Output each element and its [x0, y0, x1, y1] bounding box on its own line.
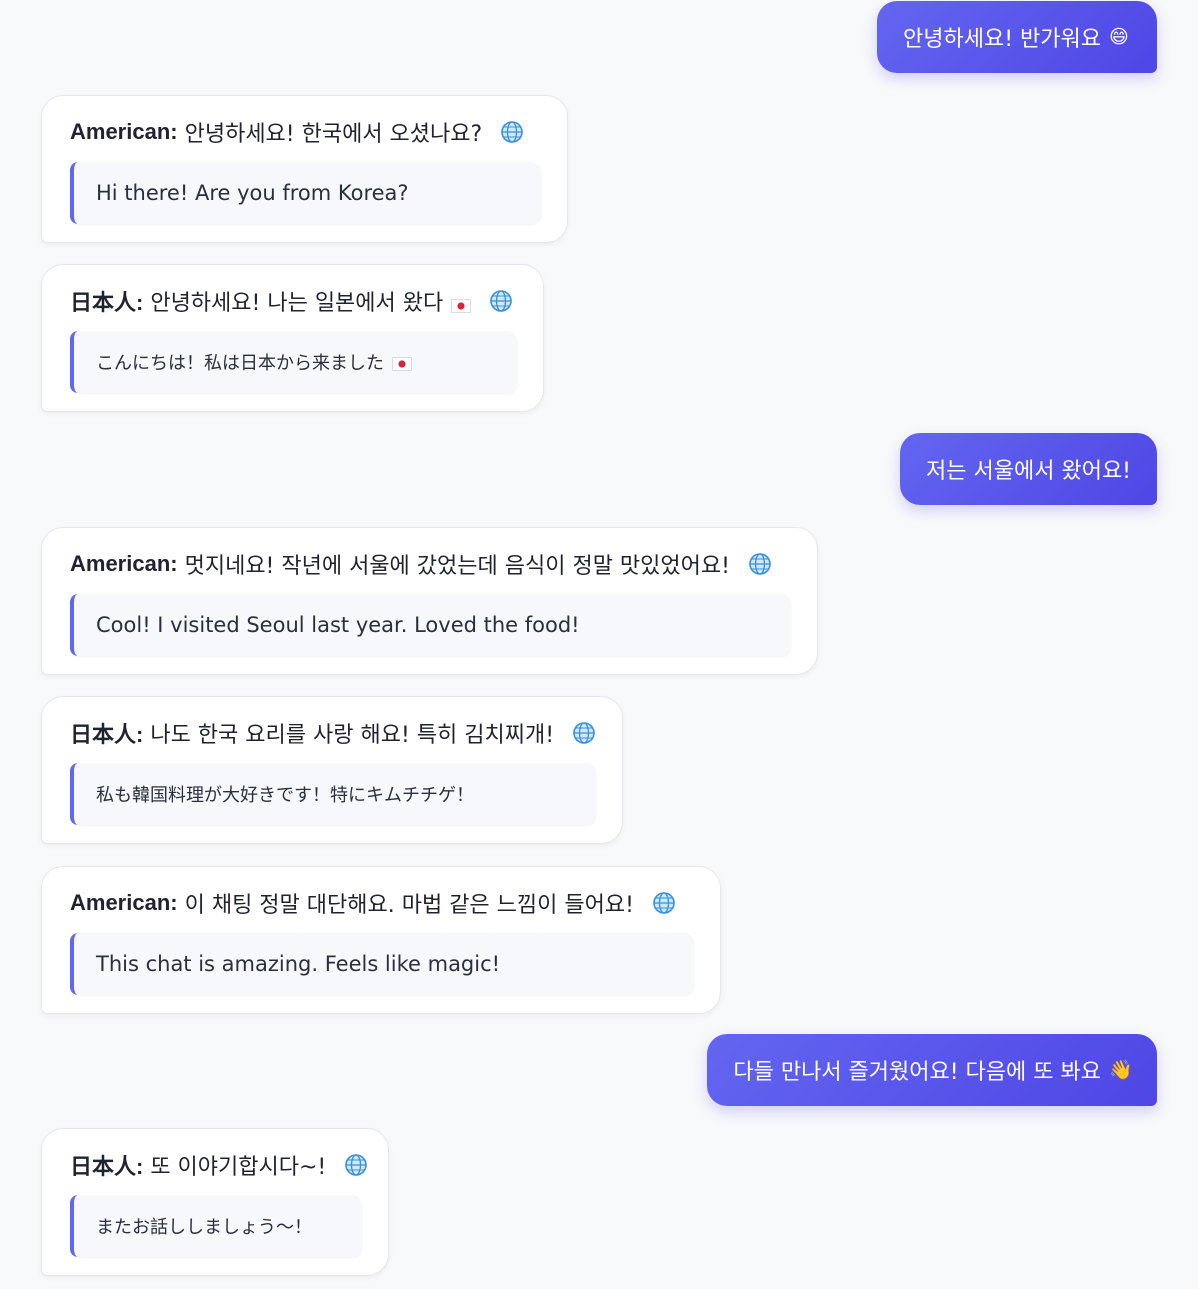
outgoing-message-bubble: 다들 만나서 즐거웠어요! 다음에 또 봐요 👋: [707, 1034, 1157, 1106]
translation-box: こんにちは！私は日本から来ました: [70, 331, 517, 393]
waving-hand-icon: 👋: [1109, 1059, 1133, 1081]
japan-flag-icon: [392, 355, 412, 371]
globe-icon[interactable]: [572, 721, 596, 745]
original-text: 또 이야기합시다~!: [150, 1155, 327, 1180]
original-text: 안녕하세요! 한국에서 오셨나요?: [184, 122, 483, 147]
original-text: 멋지네요! 작년에 서울에 갔었는데 음식이 정말 맛있었어요!: [184, 554, 730, 579]
translation-box: またお話ししましょう～！: [70, 1195, 362, 1257]
original-message: 日本人: 나도 한국 요리를 사랑 해요! 특히 김치찌개!: [70, 717, 596, 749]
incoming-message-bubble: American: 안녕하세요! 한국에서 오셨나요? Hi there! Ar…: [41, 95, 568, 243]
globe-icon[interactable]: [489, 289, 513, 313]
globe-icon[interactable]: [652, 891, 676, 915]
message-text: 저는 서울에서 왔어요!: [926, 459, 1131, 484]
globe-icon[interactable]: [748, 552, 772, 576]
speaker-name: American:: [70, 119, 178, 144]
original-text: 이 채팅 정말 대단해요. 마법 같은 느낌이 들어요!: [184, 893, 634, 918]
message-text: 안녕하세요! 반가워요: [903, 27, 1101, 52]
translation-box: 私も韓国料理が大好きです！特にキムチチゲ！: [70, 763, 596, 825]
translation-text: Cool! I visited Seoul last year. Loved t…: [96, 613, 580, 637]
chat-thread: 안녕하세요! 반가워요 😄 American: 안녕하세요! 한국에서 오셨나요…: [0, 0, 1198, 1289]
incoming-message-bubble: 日本人: 안녕하세요! 나는 일본에서 왔다 こんにちは！私は日本から来ました: [41, 264, 544, 412]
translation-text: Hi there! Are you from Korea?: [96, 181, 409, 205]
translation-text: こんにちは！私は日本から来ました: [96, 353, 384, 374]
outgoing-message-bubble: 저는 서울에서 왔어요!: [900, 433, 1157, 505]
japan-flag-icon: [451, 294, 472, 313]
globe-icon[interactable]: [500, 120, 524, 144]
translation-text: 私も韓国料理が大好きです！特にキムチチゲ！: [96, 785, 474, 806]
speaker-name: 日本人:: [70, 290, 144, 315]
original-text: 안녕하세요! 나는 일본에서 왔다: [150, 291, 444, 316]
globe-icon[interactable]: [344, 1153, 368, 1177]
translation-text: またお話ししましょう～！: [96, 1217, 312, 1238]
grinning-face-icon: 😄: [1109, 26, 1129, 48]
outgoing-message-bubble: 안녕하세요! 반가워요 😄: [877, 1, 1157, 73]
translation-box: This chat is amazing. Feels like magic!: [70, 933, 694, 995]
speaker-name: American:: [70, 551, 178, 576]
incoming-message-bubble: American: 멋지네요! 작년에 서울에 갔었는데 음식이 정말 맛있었어…: [41, 527, 818, 675]
original-text: 나도 한국 요리를 사랑 해요! 특히 김치찌개!: [150, 723, 555, 748]
translation-box: Cool! I visited Seoul last year. Loved t…: [70, 594, 791, 656]
translation-text: This chat is amazing. Feels like magic!: [96, 952, 501, 976]
speaker-name: American:: [70, 890, 178, 915]
original-message: American: 안녕하세요! 한국에서 오셨나요?: [70, 116, 541, 148]
translation-box: Hi there! Are you from Korea?: [70, 162, 541, 224]
speaker-name: 日本人:: [70, 1154, 144, 1179]
original-message: 日本人: 안녕하세요! 나는 일본에서 왔다: [70, 285, 517, 317]
incoming-message-bubble: American: 이 채팅 정말 대단해요. 마법 같은 느낌이 들어요! T…: [41, 866, 721, 1014]
original-message: American: 이 채팅 정말 대단해요. 마법 같은 느낌이 들어요!: [70, 887, 694, 919]
message-text: 다들 만나서 즐거웠어요! 다음에 또 봐요: [733, 1060, 1101, 1085]
incoming-message-bubble: 日本人: 또 이야기합시다~! またお話ししましょう～！: [41, 1128, 389, 1276]
incoming-message-bubble: 日本人: 나도 한국 요리를 사랑 해요! 특히 김치찌개! 私も韓国料理が大好…: [41, 696, 623, 844]
original-message: 日本人: 또 이야기합시다~!: [70, 1149, 368, 1181]
speaker-name: 日本人:: [70, 722, 144, 747]
original-message: American: 멋지네요! 작년에 서울에 갔었는데 음식이 정말 맛있었어…: [70, 548, 791, 580]
